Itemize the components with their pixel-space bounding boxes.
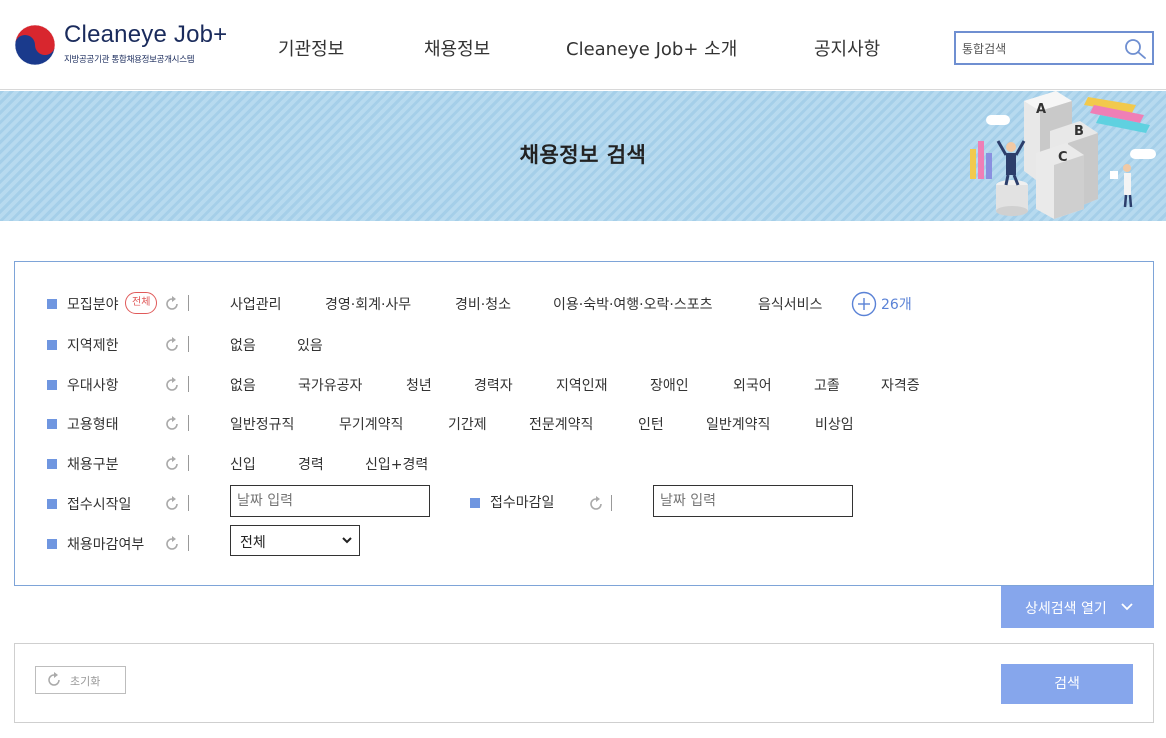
option-preference-none[interactable]: 없음 <box>230 375 256 395</box>
filter-label-start-date: 접수시작일 <box>67 497 132 513</box>
filter-label-region: 지역제한 <box>67 338 119 354</box>
refresh-icon <box>48 672 60 686</box>
reset-field-icon[interactable] <box>163 295 181 313</box>
filter-label-end-date: 접수마감일 <box>490 495 555 511</box>
option-hire-experienced[interactable]: 경력 <box>298 454 324 474</box>
option-field-security-cleaning[interactable]: 경비·청소 <box>455 294 511 314</box>
action-panel: 초기화 검색 <box>14 643 1154 723</box>
filter-label-preference: 우대사항 <box>67 378 119 394</box>
chevron-down-icon <box>342 537 352 544</box>
reset-region-icon[interactable] <box>163 336 181 354</box>
option-region-yes[interactable]: 있음 <box>297 335 323 355</box>
filter-row-field: 모집분야 전체 사업관리 경영·회계·사무 경비·청소 이용·숙박·여행·오락·… <box>15 291 1155 317</box>
closed-status-selected: 전체 <box>240 535 266 551</box>
option-employment-non-standing[interactable]: 비상임 <box>815 414 854 434</box>
reset-start-date-icon[interactable] <box>163 495 181 513</box>
option-region-none[interactable]: 없음 <box>230 335 256 355</box>
detail-search-label: 상세검색 열기 <box>1025 601 1107 617</box>
filter-label-hire-type: 채용구분 <box>67 457 119 473</box>
option-preference-language[interactable]: 외국어 <box>733 375 772 395</box>
site-logo[interactable]: Cleaneye Job+ 지방공공기관 통합채용정보공개시스템 <box>14 21 229 72</box>
filter-row-hire-type: 채용구분 신입 경력 신입+경력 <box>15 452 1155 476</box>
option-preference-youth[interactable]: 청년 <box>406 375 432 395</box>
global-search-box <box>954 31 1154 65</box>
option-employment-regular[interactable]: 일반정규직 <box>230 414 294 434</box>
reset-end-date-icon[interactable] <box>587 495 605 513</box>
reset-preference-icon[interactable] <box>163 376 181 394</box>
option-preference-high-school[interactable]: 고졸 <box>814 375 840 395</box>
option-preference-experienced[interactable]: 경력자 <box>474 375 513 395</box>
nav-institution-info[interactable]: 기관정보 <box>278 35 344 61</box>
page-banner: 채용정보 검색 A B C <box>0 91 1166 221</box>
bullet-icon <box>47 459 57 469</box>
option-field-food-service[interactable]: 음식서비스 <box>758 294 822 314</box>
option-field-leisure-sports[interactable]: 이용·숙박·여행·오락·스포츠 <box>553 294 712 314</box>
option-employment-intern[interactable]: 인턴 <box>638 414 664 434</box>
chevron-down-icon <box>1121 603 1133 611</box>
search-button[interactable]: 검색 <box>1001 664 1133 704</box>
separator <box>188 535 189 551</box>
option-employment-professional-contract[interactable]: 전문계약직 <box>529 414 593 434</box>
field-more-count[interactable]: 26개 <box>881 294 912 314</box>
filter-row-dates: 접수시작일 접수마감일 <box>15 485 1155 517</box>
nav-notices[interactable]: 공지사항 <box>814 35 880 61</box>
option-field-business-management[interactable]: 사업관리 <box>230 294 282 314</box>
bullet-icon <box>47 539 57 549</box>
bullet-icon <box>470 498 480 508</box>
filter-label-employment-type: 고용형태 <box>67 417 119 433</box>
option-field-management-accounting[interactable]: 경영·회계·사무 <box>325 294 411 314</box>
site-header: Cleaneye Job+ 지방공공기관 통합채용정보공개시스템 기관정보 채용… <box>0 0 1166 90</box>
closed-status-select[interactable]: 전체 <box>230 525 360 556</box>
reset-employment-type-icon[interactable] <box>163 415 181 433</box>
option-employment-indefinite[interactable]: 무기계약직 <box>339 414 403 434</box>
reset-hire-type-icon[interactable] <box>163 455 181 473</box>
taegeuk-emblem-icon <box>14 24 56 66</box>
field-all-badge[interactable]: 전체 <box>125 292 158 314</box>
illustration-letter-a: A <box>1036 102 1046 117</box>
logo-subtitle: 지방공공기관 통합채용정보공개시스템 <box>64 55 195 65</box>
bullet-icon <box>47 340 57 350</box>
separator <box>188 415 189 431</box>
plus-circle-icon[interactable] <box>851 291 877 317</box>
option-employment-fixed-term[interactable]: 기간제 <box>448 414 487 434</box>
illustration-letter-b: B <box>1074 124 1084 139</box>
option-preference-local-talent[interactable]: 지역인재 <box>556 375 608 395</box>
nav-job-info[interactable]: 채용정보 <box>424 35 490 61</box>
reset-closed-icon[interactable] <box>163 535 181 553</box>
bullet-icon <box>47 499 57 509</box>
separator <box>188 376 189 392</box>
global-search-input[interactable] <box>962 38 1122 58</box>
option-preference-certificate[interactable]: 자격증 <box>881 375 920 395</box>
separator <box>611 495 612 511</box>
bullet-icon <box>47 299 57 309</box>
detail-search-toggle-button[interactable]: 상세검색 열기 <box>1001 586 1154 628</box>
reset-button[interactable]: 초기화 <box>35 666 126 694</box>
filter-label-closed: 채용마감여부 <box>67 537 145 553</box>
start-date-input[interactable] <box>230 485 430 517</box>
bullet-icon <box>47 419 57 429</box>
career-stairs-illustration: A B C <box>970 91 1156 219</box>
separator <box>188 295 189 311</box>
separator <box>188 455 189 471</box>
logo-name: Cleaneye Job+ <box>64 21 228 48</box>
illustration-letter-c: C <box>1058 150 1068 165</box>
bullet-icon <box>47 380 57 390</box>
reset-button-label: 초기화 <box>70 675 101 688</box>
end-date-input[interactable] <box>653 485 853 517</box>
separator <box>188 495 189 511</box>
separator <box>188 336 189 352</box>
option-employment-general-contract[interactable]: 일반계약직 <box>706 414 770 434</box>
filter-row-region: 지역제한 없음 있음 <box>15 333 1155 357</box>
option-hire-new-and-experienced[interactable]: 신입+경력 <box>365 454 428 474</box>
filter-panel: 모집분야 전체 사업관리 경영·회계·사무 경비·청소 이용·숙박·여행·오락·… <box>14 261 1154 586</box>
option-hire-new[interactable]: 신입 <box>230 454 256 474</box>
filter-row-preference: 우대사항 없음 국가유공자 청년 경력자 지역인재 장애인 외국어 고졸 자격증 <box>15 373 1155 397</box>
option-preference-disabled[interactable]: 장애인 <box>650 375 689 395</box>
filter-label-field: 모집분야 <box>67 297 119 313</box>
search-icon[interactable] <box>1122 36 1148 62</box>
filter-row-employment-type: 고용형태 일반정규직 무기계약직 기간제 전문계약직 인턴 일반계약직 비상임 <box>15 412 1155 436</box>
option-preference-veteran[interactable]: 국가유공자 <box>298 375 362 395</box>
filter-row-closed: 채용마감여부 전체 <box>15 525 1155 556</box>
nav-about[interactable]: Cleaneye Job+ 소개 <box>566 35 737 61</box>
